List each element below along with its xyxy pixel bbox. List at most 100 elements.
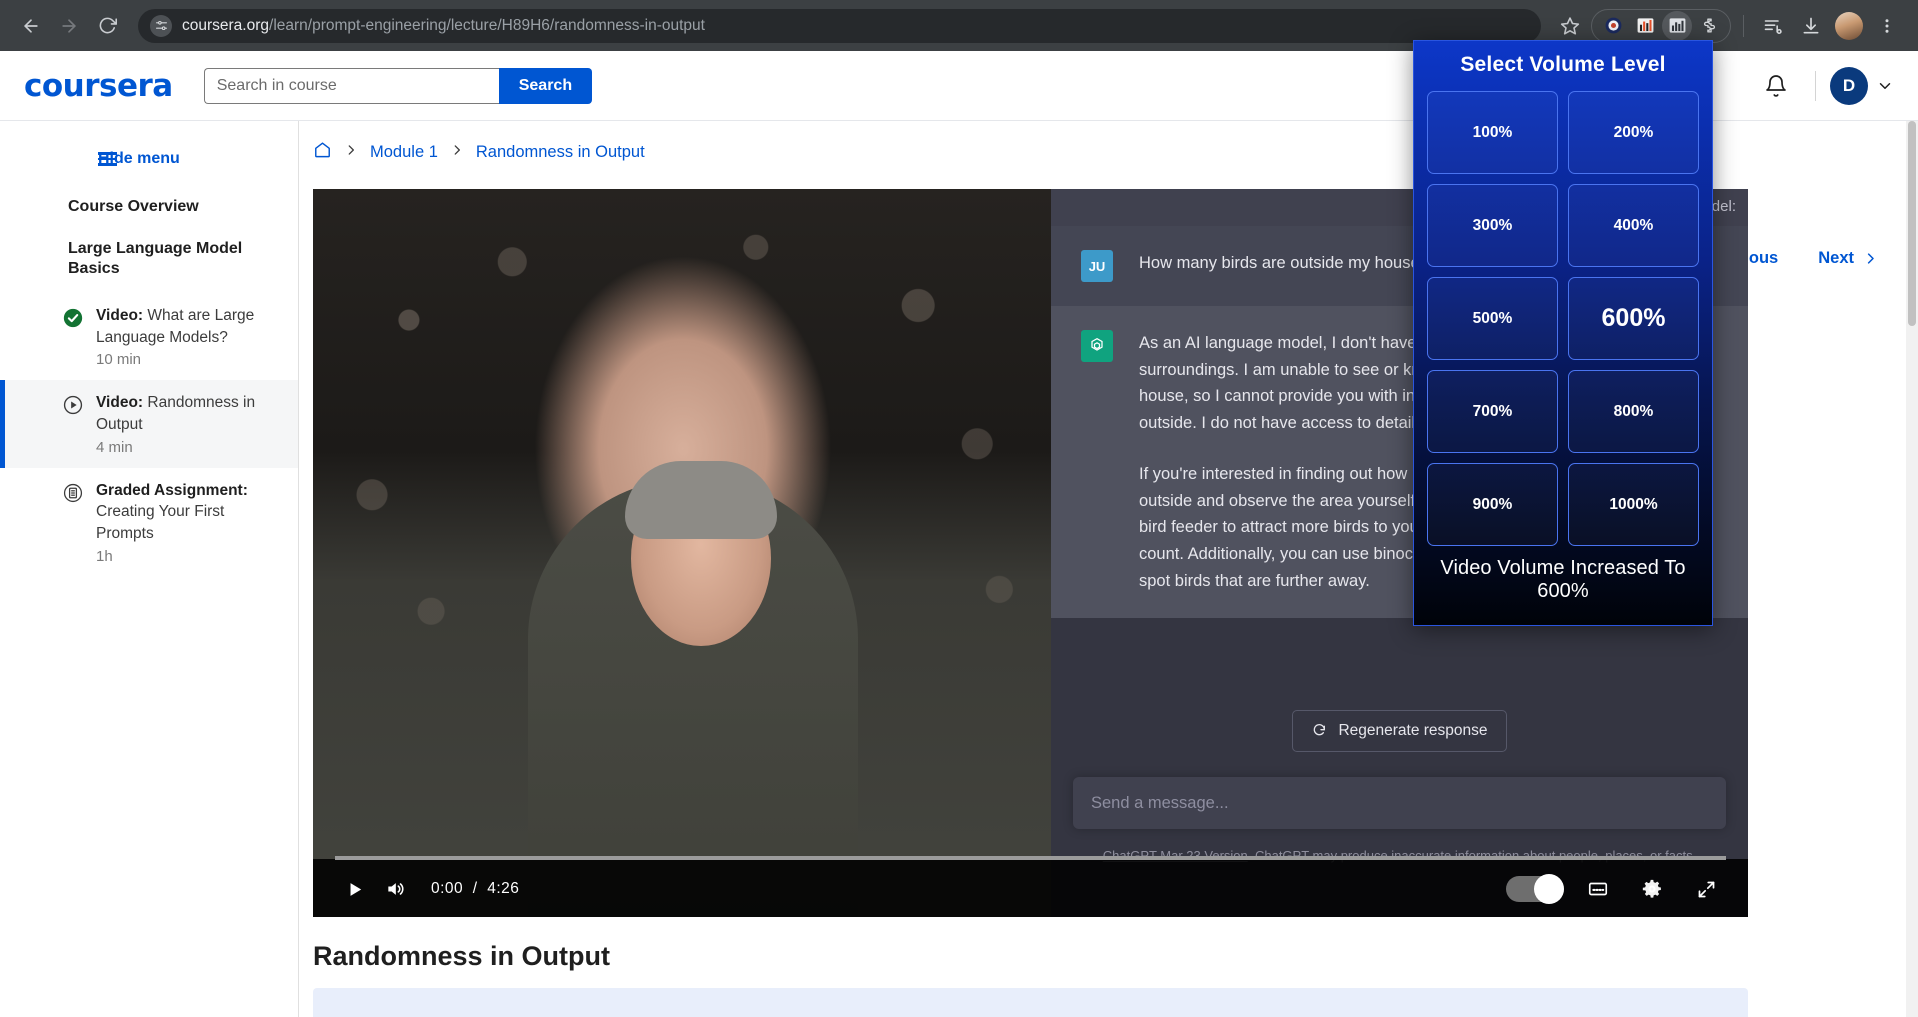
fullscreen-button[interactable]: [1686, 869, 1726, 909]
time-display: 0:00 / 4:26: [431, 880, 519, 898]
volume-option-200[interactable]: 200%: [1568, 91, 1699, 174]
user-avatar: JU: [1081, 250, 1113, 282]
player-controls-right: [1506, 869, 1726, 909]
avatar: D: [1830, 66, 1868, 105]
home-icon: [315, 142, 330, 158]
breadcrumb-home[interactable]: [313, 140, 332, 164]
page-title: Randomness in Output: [313, 941, 610, 971]
breadcrumb-module-1[interactable]: Module 1: [370, 143, 438, 162]
sidebar-item-duration: 1h: [96, 547, 113, 565]
play-circle-icon: [62, 394, 84, 416]
sidebar-section-llm-basics[interactable]: Large Language Model Basics: [0, 217, 298, 279]
volume-option-900[interactable]: 900%: [1427, 463, 1558, 546]
regenerate-label: Regenerate response: [1338, 722, 1488, 740]
back-button[interactable]: [14, 9, 48, 43]
site-settings-icon[interactable]: [150, 14, 172, 37]
chat-message-input[interactable]: Send a message...: [1073, 777, 1726, 830]
star-icon: [1560, 16, 1580, 35]
sidebar-item-what-are-llms[interactable]: Video: What are Large Language Models? 1…: [0, 293, 298, 380]
volume-option-300[interactable]: 300%: [1427, 184, 1558, 267]
chrome-menu-button[interactable]: [1870, 9, 1904, 43]
coursera-logo[interactable]: coursera: [24, 68, 173, 104]
settings-button[interactable]: [1632, 869, 1672, 909]
volume-option-700[interactable]: 700%: [1427, 370, 1558, 453]
next-button[interactable]: Next: [1818, 249, 1878, 268]
back-arrow-icon: [24, 18, 38, 33]
search-button[interactable]: Search: [498, 67, 593, 104]
volume-option-800[interactable]: 800%: [1568, 370, 1699, 453]
user-menu[interactable]: D: [1830, 66, 1894, 105]
address-bar-url: coursera.org/learn/prompt-engineering/le…: [182, 17, 705, 35]
sidebar-section-course-overview[interactable]: Course Overview: [0, 175, 298, 217]
volume-option-400[interactable]: 400%: [1568, 184, 1699, 267]
time-separator: /: [472, 880, 478, 897]
lesson-highlight-strip: [313, 988, 1748, 1017]
chevron-right-icon: [1867, 253, 1874, 264]
refresh-icon: [1314, 724, 1326, 736]
chevron-right-icon: [348, 145, 354, 155]
breadcrumb-separator: [344, 143, 358, 161]
progress-bar[interactable]: [335, 856, 1726, 860]
play-icon: [350, 882, 361, 896]
downloads-icon[interactable]: [1794, 9, 1828, 43]
breadcrumb-separator: [450, 143, 464, 161]
bookmark-button[interactable]: [1553, 9, 1587, 43]
address-bar[interactable]: coursera.org/learn/prompt-engineering/le…: [138, 8, 1541, 43]
sidebar-item-duration: 4 min: [96, 438, 133, 456]
check-circle-icon: [62, 307, 84, 329]
volume-level-overlay: Select Volume Level 100% 200% 300% 400% …: [1413, 40, 1713, 626]
url-path: /learn/prompt-engineering/lecture/H89H6/…: [269, 16, 705, 34]
sidebar-item-label: Video: What are Large Language Models?: [96, 307, 254, 346]
regenerate-row: Regenerate response: [1051, 710, 1748, 753]
forward-button[interactable]: [52, 9, 86, 43]
captions-button[interactable]: [1578, 869, 1618, 909]
search-input[interactable]: [203, 67, 499, 104]
extensions-puzzle-icon[interactable]: [1694, 11, 1724, 41]
sidebar-item-kind: Video:: [96, 307, 144, 324]
reload-icon: [99, 17, 117, 34]
url-domain: coursera.org: [182, 16, 270, 34]
page-scrollbar[interactable]: [1906, 121, 1918, 1017]
sidebar-item-randomness-in-output[interactable]: Video: Randomness in Output 4 min: [0, 380, 298, 469]
chevron-down-icon: [1879, 82, 1891, 89]
chrome-profile-button[interactable]: [1832, 9, 1866, 43]
regenerate-response-button[interactable]: Regenerate response: [1292, 710, 1507, 753]
volume-button[interactable]: [375, 869, 415, 909]
chevron-right-icon: [454, 145, 460, 155]
volume-level-grid: 100% 200% 300% 400% 500% 600% 700% 800% …: [1414, 91, 1712, 546]
sidebar-item-label: Video: Randomness in Output: [96, 394, 255, 433]
fullscreen-icon: [1698, 881, 1714, 897]
breadcrumb-current[interactable]: Randomness in Output: [476, 143, 645, 162]
extension-icon-2[interactable]: [1630, 11, 1660, 41]
forward-arrow-icon: [62, 18, 76, 33]
volume-option-100[interactable]: 100%: [1427, 91, 1558, 174]
next-label: Next: [1818, 249, 1854, 267]
notifications-button[interactable]: [1751, 61, 1801, 111]
volume-option-600[interactable]: 600%: [1568, 277, 1699, 360]
kebab-menu-icon: [1885, 18, 1889, 33]
chat-user-text: How many birds are outside my house?: [1139, 254, 1429, 272]
sidebar-item-kind: Graded Assignment:: [96, 481, 248, 499]
assignment-icon: [62, 482, 84, 504]
sidebar-item-kind: Video:: [96, 394, 144, 412]
play-button[interactable]: [335, 869, 375, 909]
scrollbar-thumb[interactable]: [1908, 121, 1916, 326]
extension-icon-3[interactable]: [1662, 10, 1692, 41]
volume-status-text: Video Volume Increased To 600%: [1440, 557, 1686, 602]
chat-input-placeholder: Send a message...: [1091, 793, 1229, 812]
volume-option-1000[interactable]: 1000%: [1568, 463, 1699, 546]
openai-logo-icon: [1081, 330, 1113, 362]
extension-icon-1[interactable]: [1598, 11, 1628, 41]
reading-list-icon[interactable]: [1756, 9, 1790, 43]
video-frame-instructor: [313, 189, 1051, 917]
header-divider: [1815, 70, 1816, 101]
hide-menu-button[interactable]: Hide menu: [0, 143, 298, 175]
volume-option-500[interactable]: 500%: [1427, 277, 1558, 360]
reload-button[interactable]: [90, 9, 124, 43]
sidebar-item-creating-your-first-prompts[interactable]: Graded Assignment: Creating Your First P…: [0, 468, 298, 577]
playback-speed-toggle[interactable]: [1506, 874, 1564, 904]
instructor-hair: [625, 461, 777, 539]
course-search: Search: [203, 67, 593, 104]
course-sidebar: Hide menu Course Overview Large Language…: [0, 121, 299, 1017]
player-controls: 0:00 / 4:26: [313, 856, 1748, 917]
